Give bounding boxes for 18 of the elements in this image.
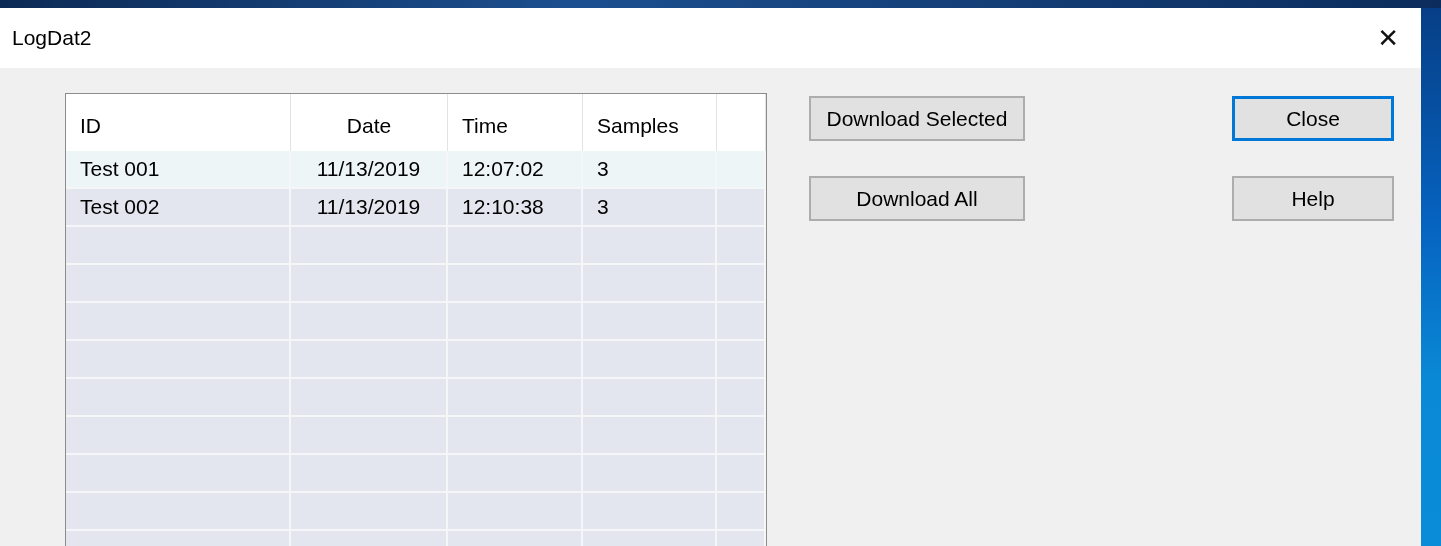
table-cell: Test 002 xyxy=(66,189,291,227)
download-button[interactable]: Download All xyxy=(809,176,1025,221)
table-cell: 12:07:02 xyxy=(448,151,583,189)
close-button[interactable]: ✕ xyxy=(1365,23,1411,53)
table-cell: 3 xyxy=(583,151,717,189)
table-cell: 11/13/2019 xyxy=(291,151,448,189)
column-header[interactable]: Samples xyxy=(583,94,717,151)
table-cell: 11/13/2019 xyxy=(291,189,448,227)
table-cell: 3 xyxy=(583,189,717,227)
table-cell: Test 001 xyxy=(66,151,291,189)
window-title: LogDat2 xyxy=(12,26,92,50)
dialog-button[interactable]: Close xyxy=(1232,96,1394,141)
download-button[interactable]: Download Selected xyxy=(809,96,1025,141)
dialog-button[interactable]: Help xyxy=(1232,176,1394,221)
column-header[interactable]: Time xyxy=(448,94,583,151)
table-cell: 12:10:38 xyxy=(448,189,583,227)
column-header[interactable]: ID xyxy=(66,94,291,151)
column-header[interactable]: Date xyxy=(291,94,448,151)
